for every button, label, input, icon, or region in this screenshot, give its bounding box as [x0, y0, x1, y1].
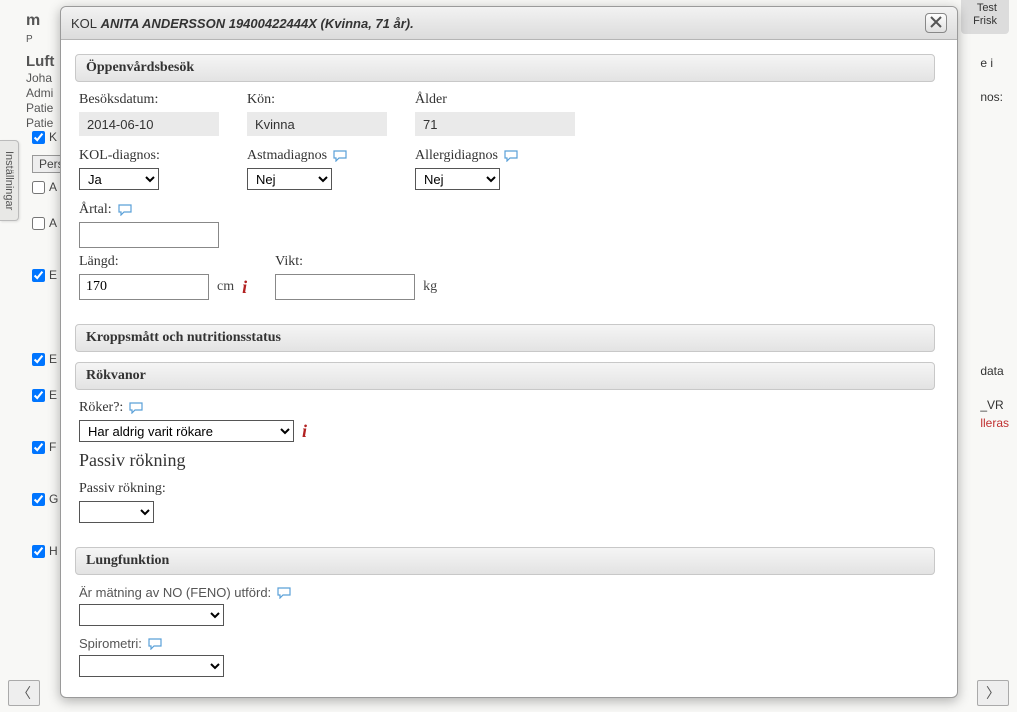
label-roker: Röker?: [79, 400, 931, 416]
logo-p: P [26, 34, 33, 45]
speech-bubble-icon[interactable] [148, 638, 162, 650]
label-feno-text: Är mätning av NO (FENO) utförd: [79, 585, 271, 600]
subheading-passiv: Passiv rökning [79, 450, 931, 471]
bg-chk-h-box[interactable] [32, 545, 45, 558]
unit-cm: cm [217, 279, 234, 295]
dialog-title-patient: ANITA ANDERSSON 19400422444X (Kvinna, 71… [101, 16, 414, 31]
patient-dialog: KOL ANITA ANDERSSON 19400422444X (Kvinna… [60, 6, 958, 698]
unit-kg: kg [423, 279, 437, 295]
label-alder: Ålder [415, 92, 595, 108]
bg-line2: Admi [26, 86, 54, 100]
user-tab-top: Test [973, 2, 997, 15]
label-besoksdatum: Besöksdatum: [79, 92, 219, 108]
field-besoksdatum [79, 112, 219, 136]
bg-chk-g-box[interactable] [32, 493, 45, 506]
bg-r4: _VR [980, 398, 1009, 412]
speech-bubble-icon[interactable] [333, 150, 347, 162]
label-allergidiagnos-text: Allergidiagnos [415, 148, 498, 164]
bg-chk-a1-box[interactable] [32, 181, 45, 194]
bg-r1: e i [980, 56, 1009, 70]
bg-chk-f-label: F [49, 440, 56, 454]
bg-chk-k-box[interactable] [32, 131, 45, 144]
settings-side-tab[interactable]: Inställningar [0, 140, 19, 221]
info-icon[interactable]: i [302, 421, 307, 442]
logo-m: m [26, 12, 40, 29]
bg-left-block: m P Luft Joha Admi Patie Patie [26, 12, 54, 130]
bg-chk-g-label: G [49, 492, 58, 506]
field-spirometri[interactable] [79, 655, 224, 677]
speech-bubble-icon[interactable] [129, 402, 143, 414]
dialog-title-prefix: KOL [71, 16, 97, 31]
label-spirometri: Spirometri: [79, 636, 931, 651]
bg-r5: lleras [980, 416, 1009, 430]
field-astmadiagnos[interactable]: Nej [247, 168, 332, 190]
bg-line4: Patie [26, 116, 54, 130]
bg-line3: Patie [26, 101, 54, 115]
bg-chk-f-box[interactable] [32, 441, 45, 454]
label-passiv: Passiv rökning: [79, 481, 931, 497]
bg-r3: data [980, 364, 1009, 378]
close-icon [930, 16, 942, 31]
label-astmadiagnos: Astmadiagnos [247, 148, 387, 164]
section-header-oppenvard: Öppenvårdsbesök [75, 54, 935, 82]
field-kon [247, 112, 387, 136]
field-vikt[interactable] [275, 274, 415, 300]
label-roker-text: Röker?: [79, 400, 123, 416]
field-feno[interactable] [79, 604, 224, 626]
field-allergidiagnos[interactable]: Nej [415, 168, 500, 190]
user-tab-bottom: Frisk [973, 15, 997, 28]
speech-bubble-icon[interactable] [118, 204, 132, 216]
dialog-title: KOL ANITA ANDERSSON 19400422444X (Kvinna… [71, 16, 414, 31]
field-langd[interactable] [79, 274, 209, 300]
bg-chk-k-label: K [49, 130, 57, 144]
form-oppenvard: Besöksdatum: Kön: Ålder KOL-diagnos: Ja [75, 92, 935, 320]
bg-chk-h-label: H [49, 544, 58, 558]
label-spirometri-text: Spirometri: [79, 636, 142, 651]
section-header-kropp[interactable]: Kroppsmått och nutritionsstatus [75, 324, 935, 352]
field-roker[interactable]: Har aldrig varit rökare [79, 420, 294, 442]
bg-right-snips: e i nos: data _VR lleras [980, 56, 1009, 450]
label-astmadiagnos-text: Astmadiagnos [247, 148, 327, 164]
label-allergidiagnos: Allergidiagnos [415, 148, 595, 164]
bg-chk-a2-label: A [49, 216, 57, 230]
bg-chk-e1-label: E [49, 268, 57, 282]
bg-r2: nos: [980, 90, 1009, 104]
bg-chk-a2-box[interactable] [32, 217, 45, 230]
bg-chk-e3-box[interactable] [32, 389, 45, 402]
field-artal[interactable] [79, 222, 219, 248]
label-feno: Är mätning av NO (FENO) utförd: [79, 585, 931, 600]
dialog-close-button[interactable] [925, 13, 947, 33]
speech-bubble-icon[interactable] [504, 150, 518, 162]
field-alder [415, 112, 575, 136]
label-kon: Kön: [247, 92, 387, 108]
bg-chk-e2-label: E [49, 352, 57, 366]
info-icon[interactable]: i [242, 277, 247, 298]
bg-chk-e3-label: E [49, 388, 57, 402]
bg-title-fragment: Luft [26, 53, 54, 70]
form-lungfunktion: Är mätning av NO (FENO) utförd: Spiromet… [75, 585, 935, 685]
dialog-body[interactable]: Öppenvårdsbesök Besöksdatum: Kön: Ålder [61, 40, 957, 697]
bg-chk-a1-label: A [49, 180, 57, 194]
section-header-lungfunktion: Lungfunktion [75, 547, 935, 575]
dialog-titlebar: KOL ANITA ANDERSSON 19400422444X (Kvinna… [61, 7, 957, 40]
user-tab: Test Frisk [961, 0, 1009, 34]
bg-chk-e1-box[interactable] [32, 269, 45, 282]
section-header-rokvanor: Rökvanor [75, 362, 935, 390]
field-kol-diagnos[interactable]: Ja [79, 168, 159, 190]
page-prev[interactable]: 〈 [8, 680, 40, 706]
label-kol-diagnos: KOL-diagnos: [79, 148, 219, 164]
label-vikt: Vikt: [275, 254, 437, 270]
bg-line1: Joha [26, 71, 54, 85]
label-langd: Längd: [79, 254, 247, 270]
bg-chk-e2-box[interactable] [32, 353, 45, 366]
field-passiv[interactable] [79, 501, 154, 523]
label-artal: Årtal: [79, 202, 219, 218]
page-next[interactable]: 〉 [977, 680, 1009, 706]
form-rokvanor: Röker?: Har aldrig varit rökare i Passiv… [75, 400, 935, 531]
speech-bubble-icon[interactable] [277, 587, 291, 599]
label-artal-text: Årtal: [79, 202, 112, 218]
